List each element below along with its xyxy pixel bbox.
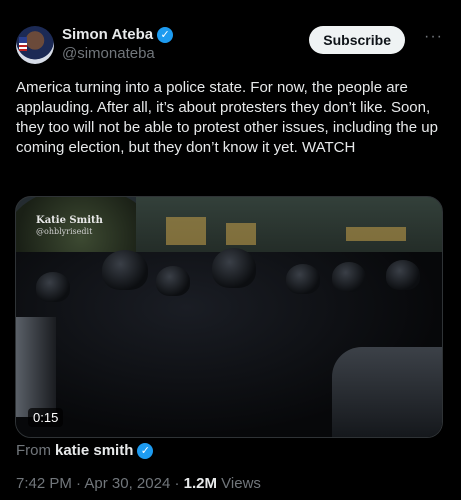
attribution-source[interactable]: katie smith xyxy=(55,442,133,459)
author-name[interactable]: Simon Ateba ✓ xyxy=(62,26,174,43)
tweet-text: America turning into a police state. For… xyxy=(16,79,443,156)
author-block[interactable]: Simon Ateba ✓ @simonateba xyxy=(62,26,174,62)
verified-badge-icon: ✓ xyxy=(157,26,174,43)
video-player[interactable]: Katie Smith @ohblyrisedit 0:15 xyxy=(15,196,443,438)
vehicle-right xyxy=(332,347,442,437)
flag-icon xyxy=(19,37,27,51)
meta-separator: · xyxy=(76,475,82,492)
tweet-date[interactable]: Apr 30, 2024 xyxy=(84,475,170,492)
views-count: 1.2M xyxy=(183,475,217,492)
video-duration: 0:15 xyxy=(28,408,64,427)
author-handle[interactable]: @simonateba xyxy=(62,45,173,62)
meta-separator: · xyxy=(174,475,180,492)
attribution-prefix: From xyxy=(16,442,51,459)
tweet-header: Simon Ateba ✓ @simonateba Subscribe ··· xyxy=(16,26,447,66)
verified-badge-icon: ✓ xyxy=(137,442,154,459)
watermark-name: Katie Smith xyxy=(36,215,103,226)
views-label: Views xyxy=(221,475,261,492)
subscribe-button[interactable]: Subscribe xyxy=(309,26,405,54)
attribution: From katie smith ✓ xyxy=(16,442,154,459)
more-options-icon[interactable]: ··· xyxy=(424,28,443,46)
author-display-name[interactable]: Simon Ateba xyxy=(62,26,153,43)
tweet-time[interactable]: 7:42 PM xyxy=(16,475,72,492)
video-watermark: Katie Smith @ohblyrisedit xyxy=(36,215,103,237)
watermark-handle: @ohblyrisedit xyxy=(36,227,93,236)
vehicle-left xyxy=(16,317,56,417)
tweet-meta: 7:42 PM · Apr 30, 2024 · 1.2M Views xyxy=(16,475,261,492)
avatar[interactable] xyxy=(16,26,54,64)
